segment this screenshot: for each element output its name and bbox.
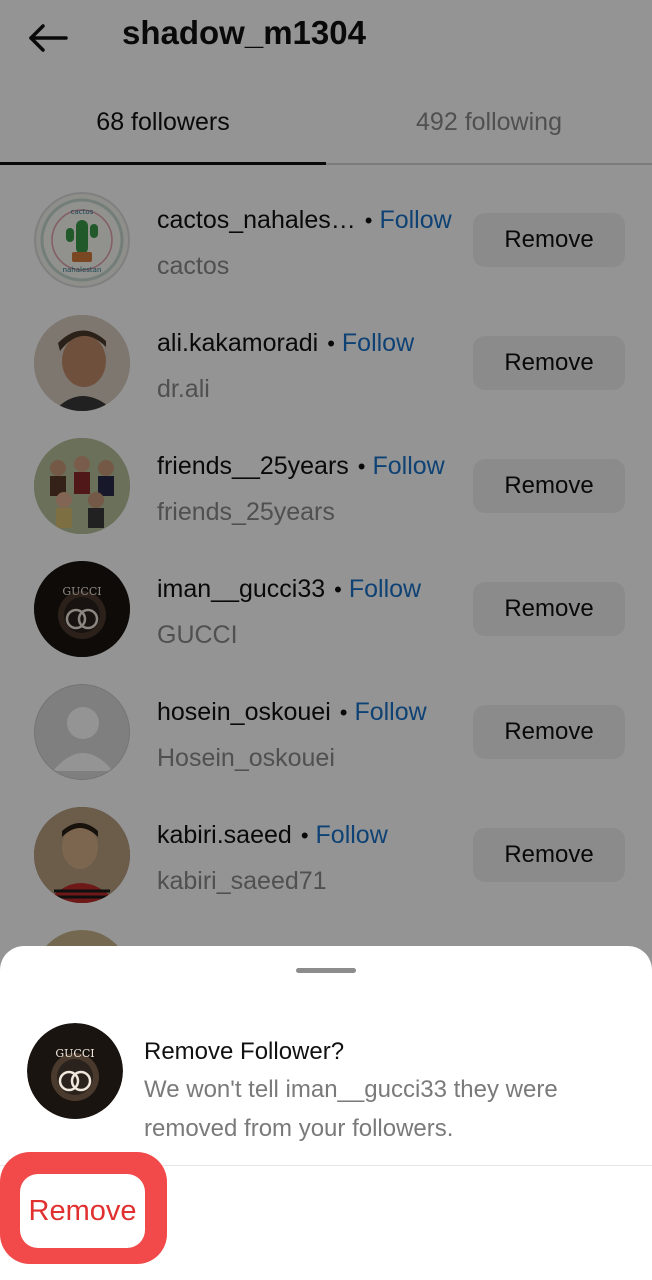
sheet-title: Remove Follower? [144, 1038, 345, 1065]
avatar: GUCCI [27, 1023, 123, 1119]
confirm-remove-button[interactable]: Remove [20, 1174, 145, 1248]
highlight-ring: Remove [0, 1152, 167, 1264]
gucci-logo-icon: GUCCI [27, 1023, 123, 1119]
sheet-drag-handle[interactable] [296, 968, 356, 973]
svg-text:GUCCI: GUCCI [55, 1047, 94, 1060]
sheet-message: We won't tell iman__gucci33 they were re… [144, 1076, 558, 1142]
remove-follower-sheet: GUCCI Remove Follower? We won't tell ima… [0, 946, 652, 1280]
